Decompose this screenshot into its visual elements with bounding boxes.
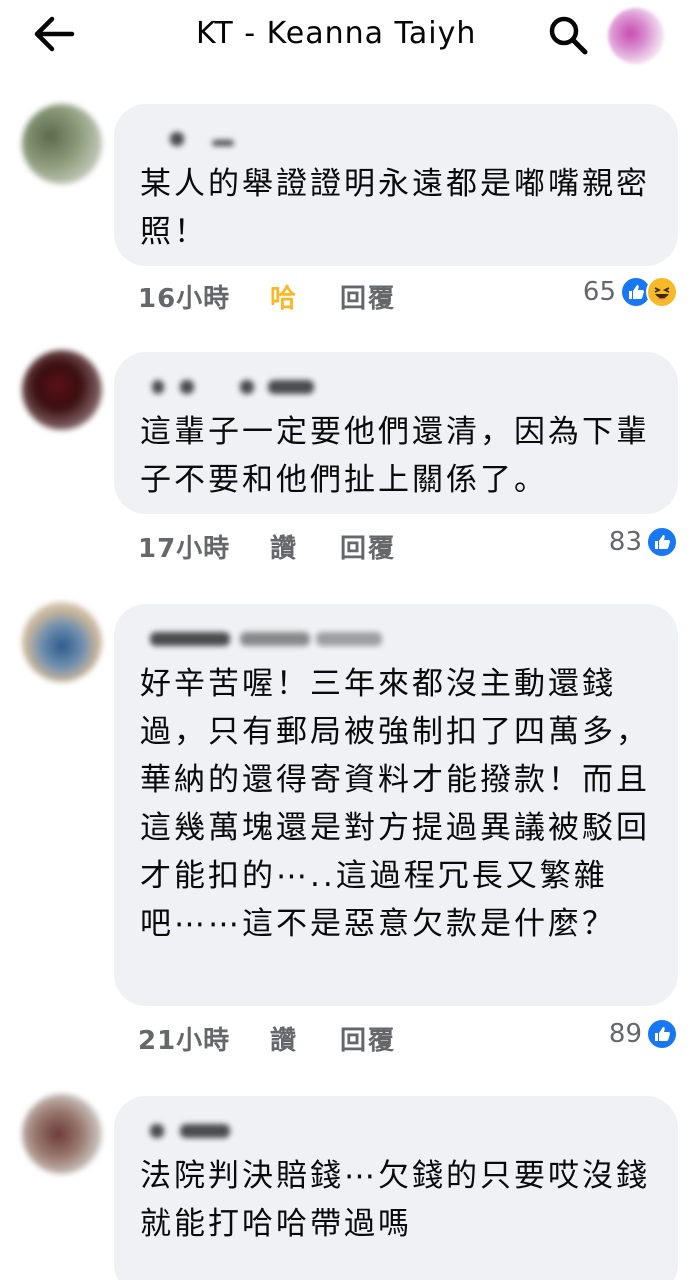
comment-text: 這輩子一定要他們還清，因為下輩子不要和他們扯上關係了。	[140, 414, 650, 498]
like-icon	[646, 1018, 678, 1050]
comment-time: 21小時	[138, 1026, 231, 1056]
commenter-name-blurred[interactable]	[140, 122, 654, 156]
reaction-summary[interactable]: 83	[609, 526, 678, 558]
reaction-count: 65	[582, 277, 616, 307]
commenter-name-blurred[interactable]	[140, 1114, 654, 1148]
comment-time: 17小時	[138, 534, 231, 564]
like-button[interactable]: 讚	[270, 528, 296, 565]
comment-text: 好辛苦喔！三年來都沒主動還錢過，只有郵局被強制扣了四萬多，華納的還得寄資料才能撥…	[140, 666, 650, 942]
comment-text: 某人的舉證證明永遠都是嘟嘴親密照！	[140, 166, 650, 250]
top-bar: KT - Keanna Taiyh	[0, 0, 700, 72]
comment-bubble[interactable]: 法院判決賠錢⋯欠錢的只要哎沒錢 就能打哈哈帶過嗎	[114, 1096, 678, 1280]
reaction-summary[interactable]: 65	[583, 276, 678, 308]
commenter-name-blurred[interactable]	[140, 370, 654, 404]
reply-button[interactable]: 回覆	[340, 278, 396, 315]
avatar[interactable]	[22, 104, 102, 184]
comment-bubble[interactable]: 好辛苦喔！三年來都沒主動還錢過，只有郵局被強制扣了四萬多，華納的還得寄資料才能撥…	[114, 604, 678, 1006]
arrow-left-icon	[34, 16, 75, 52]
reaction-count: 83	[608, 527, 642, 557]
comment-text: 法院判決賠錢⋯欠錢的只要哎沒錢 就能打哈哈帶過嗎	[140, 1158, 650, 1242]
avatar[interactable]	[22, 602, 102, 682]
search-button[interactable]	[544, 12, 592, 58]
comment-bubble[interactable]: 某人的舉證證明永遠都是嘟嘴親密照！	[114, 104, 678, 266]
reply-button[interactable]: 回覆	[340, 528, 396, 565]
reaction-summary[interactable]: 89	[609, 1018, 678, 1050]
reaction-count: 89	[608, 1019, 642, 1049]
like-icon	[646, 526, 678, 558]
comment-meta: 17小時 讚 回覆 83	[138, 526, 678, 568]
comment-bubble[interactable]: 這輩子一定要他們還清，因為下輩子不要和他們扯上關係了。	[114, 352, 678, 514]
commenter-name-blurred[interactable]	[140, 622, 654, 656]
search-icon	[549, 16, 588, 55]
react-button[interactable]: 哈	[270, 278, 296, 315]
back-button[interactable]	[28, 12, 80, 56]
comment-meta: 21小時 讚 回覆 89	[138, 1018, 678, 1060]
like-button[interactable]: 讚	[270, 1020, 296, 1057]
avatar[interactable]	[22, 1094, 102, 1174]
avatar[interactable]	[22, 350, 102, 430]
page-title: KT - Keanna Taiyh	[196, 16, 477, 51]
reply-button[interactable]: 回覆	[340, 1020, 396, 1057]
comment-meta: 16小時 哈 回覆 65	[138, 276, 678, 318]
profile-avatar[interactable]	[608, 8, 664, 64]
haha-icon	[646, 276, 678, 308]
comment-time: 16小時	[138, 284, 231, 314]
